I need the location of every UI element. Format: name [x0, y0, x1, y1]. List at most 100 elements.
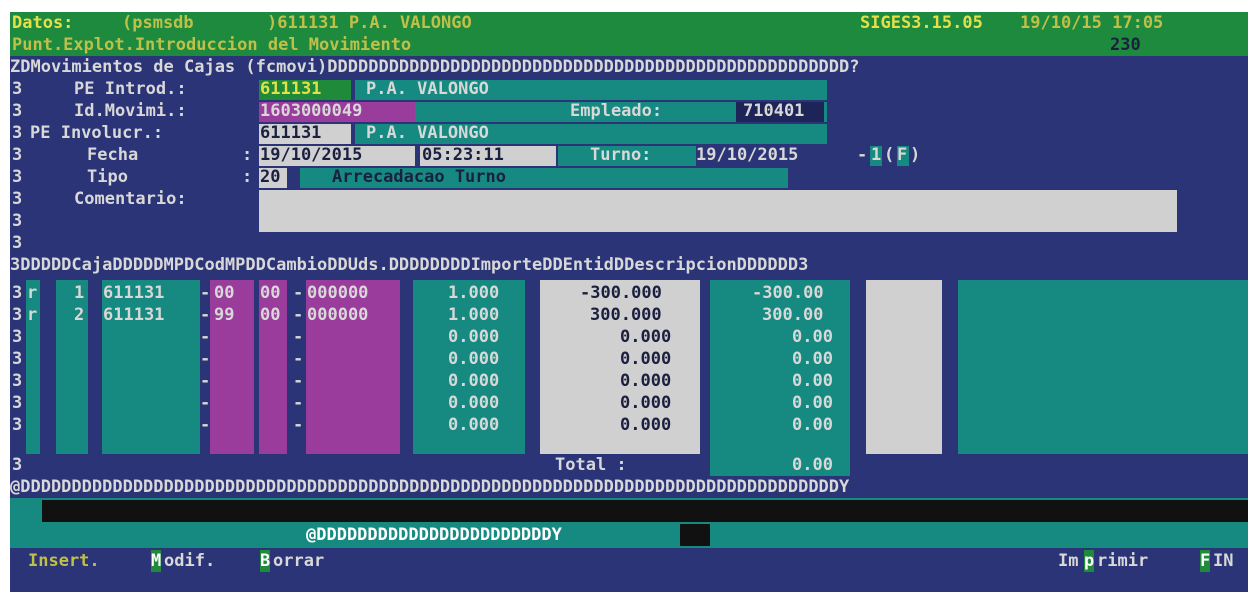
row-num[interactable]: 1: [74, 282, 84, 304]
row-uds[interactable]: -300.000: [580, 282, 662, 304]
id-movimi-value: 1603000049: [260, 101, 363, 121]
version-label: SIGES3.15.05: [860, 13, 983, 33]
row-uds[interactable]: 300.000: [590, 304, 662, 326]
row-uds[interactable]: 0.000: [620, 370, 671, 392]
empleado-label: Empleado:: [570, 101, 663, 121]
comentario-label: Comentario:: [74, 189, 187, 209]
menu-modif-key[interactable]: M: [151, 550, 162, 572]
row-codmp-dash: -: [293, 327, 304, 347]
border-char: 3: [12, 189, 23, 209]
fecha-label: Fecha: [87, 145, 139, 165]
pe-introd-code: 611131: [260, 79, 322, 99]
pe-introd-label: PE Introd.:: [74, 79, 187, 99]
row-codmp-dash: -: [293, 371, 304, 391]
row-cambio[interactable]: 1.000: [448, 282, 499, 304]
frame-top-border: ZDMovimientos de Cajas (fcmovi)DDDDDDDDD…: [10, 57, 860, 77]
row-mp[interactable]: 99: [214, 304, 234, 326]
row-mp-dash: -: [200, 393, 211, 413]
row-mp-dash: -: [200, 327, 211, 347]
row-codmp-dash: -: [293, 305, 304, 325]
row-cambio[interactable]: 1.000: [448, 304, 499, 326]
row-cambio[interactable]: 0.000: [448, 326, 499, 348]
row-codmp2[interactable]: 000000: [307, 282, 368, 304]
row-codmp-dash: -: [293, 283, 304, 303]
tipo-code: 20: [260, 167, 281, 187]
tipo-label: Tipo: [87, 167, 128, 187]
row-caja[interactable]: 611131: [103, 304, 164, 326]
turno-open-paren: (: [884, 145, 895, 165]
comentario-field[interactable]: [259, 190, 1177, 232]
menu-imprimir-a[interactable]: Im: [1058, 550, 1078, 572]
pe-involucr-name: P.A. VALONGO: [366, 123, 489, 143]
pe-introd-name: P.A. VALONGO: [366, 79, 489, 99]
row-importe: 0.00: [792, 371, 833, 391]
menu-borrar[interactable]: orrar: [273, 550, 324, 572]
row-importe: 0.00: [792, 415, 833, 435]
row-importe: 0.00: [792, 349, 833, 369]
popup-border: @DDDDDDDDDDDDDDDDDDDDDDDY: [306, 525, 562, 545]
menu-imprimir-b[interactable]: rimir: [1097, 550, 1148, 572]
row-cambio[interactable]: 0.000: [448, 392, 499, 414]
row-mp[interactable]: 00: [214, 282, 234, 304]
row-mp-dash: -: [200, 349, 211, 369]
border-char: 3: [12, 305, 23, 325]
schema-name: (psmsdb: [122, 13, 194, 33]
menu-fin[interactable]: IN: [1213, 550, 1233, 572]
border-char: 3: [12, 211, 23, 231]
row-codmp-dash: -: [293, 349, 304, 369]
row-importe: 0.00: [792, 327, 833, 347]
row-uds[interactable]: 0.000: [620, 392, 671, 414]
row-mark: r: [27, 305, 38, 325]
col-descripcion: [958, 280, 1248, 454]
border-char: 3: [12, 415, 23, 435]
row-uds[interactable]: 0.000: [620, 326, 671, 348]
border-char: 3: [12, 233, 23, 253]
border-char: 3: [12, 349, 23, 369]
border-char: 3: [12, 327, 23, 347]
border-char: 3: [12, 123, 23, 143]
row-num[interactable]: 2: [74, 304, 84, 326]
station-name: )611131 P.A. VALONGO: [267, 13, 472, 33]
row-cambio[interactable]: 0.000: [448, 414, 499, 436]
border-char: 3: [12, 371, 23, 391]
frame-bottom-border: @DDDDDDDDDDDDDDDDDDDDDDDDDDDDDDDDDDDDDDD…: [10, 477, 850, 497]
id-movimi-label: Id.Movimi.:: [74, 101, 187, 121]
row-cambio[interactable]: 0.000: [448, 348, 499, 370]
total-label: Total :: [555, 455, 627, 475]
row-codmp2[interactable]: 000000: [307, 304, 368, 326]
datos-label: Datos:: [12, 13, 74, 33]
menu-fin-key[interactable]: F: [1200, 550, 1211, 572]
border-char: 3: [12, 79, 23, 99]
row-importe: 300.00: [762, 305, 824, 325]
turno-dash: -: [857, 145, 868, 165]
message-line: [42, 500, 1248, 522]
row-codmp1[interactable]: 00: [260, 304, 280, 326]
row-uds[interactable]: 0.000: [620, 348, 671, 370]
col-entid: [866, 280, 942, 454]
row-codmp-dash: -: [293, 393, 304, 413]
border-char: 3: [12, 455, 23, 475]
menu-imprimir-key[interactable]: p: [1084, 550, 1095, 572]
empleado-value: 710401: [743, 101, 805, 121]
terminal-screen: Datos: (psmsdb )611131 P.A. VALONGO SIGE…: [10, 12, 1248, 592]
row-importe: -300.00: [752, 283, 824, 303]
row-codmp-dash: -: [293, 415, 304, 435]
menu-borrar-key[interactable]: B: [260, 550, 271, 572]
datetime-label: 19/10/15 17:05: [1020, 13, 1164, 33]
border-char: 3: [12, 393, 23, 413]
row-codmp1[interactable]: 00: [260, 282, 280, 304]
row-caja[interactable]: 611131: [103, 282, 164, 304]
screen-code: 230: [1110, 35, 1141, 55]
total-value: 0.00: [792, 455, 833, 475]
row-cambio[interactable]: 0.000: [448, 370, 499, 392]
row-mp-dash: -: [200, 305, 211, 325]
menu-insert[interactable]: Insert.: [28, 550, 100, 572]
row-mark: r: [27, 283, 38, 303]
row-uds[interactable]: 0.000: [620, 414, 671, 436]
menu-modif[interactable]: odif.: [164, 550, 215, 572]
tipo-desc: Arrecadacao Turno: [332, 167, 506, 187]
border-char: 3: [12, 145, 23, 165]
screen-subtitle: Punt.Explot.Introduccion del Movimiento: [12, 35, 412, 55]
border-char: 3: [12, 101, 23, 121]
row-importe: 0.00: [792, 393, 833, 413]
